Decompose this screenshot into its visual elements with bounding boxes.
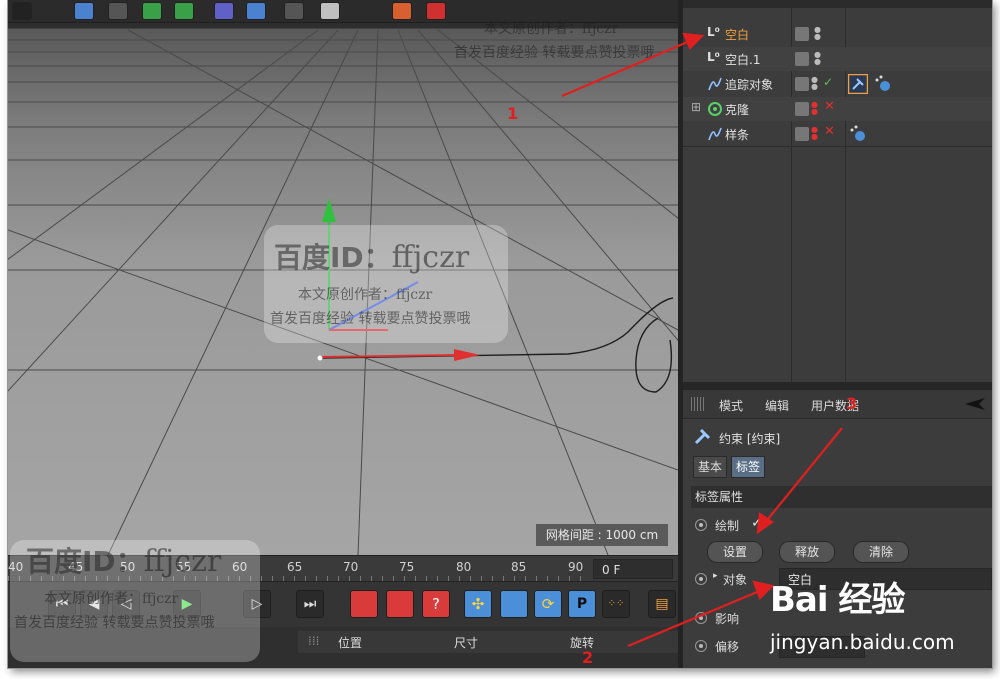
annotation-number-1: 1: [507, 104, 519, 123]
annotation-arrow-3: [763, 427, 843, 525]
annotation-layer: [561, 32, 843, 648]
annotation-arrow-2: [627, 588, 763, 648]
annotation-number-3: 3: [846, 394, 858, 413]
annotation-arrow-1: [561, 38, 693, 98]
annotation-number-2: 2: [582, 648, 594, 667]
